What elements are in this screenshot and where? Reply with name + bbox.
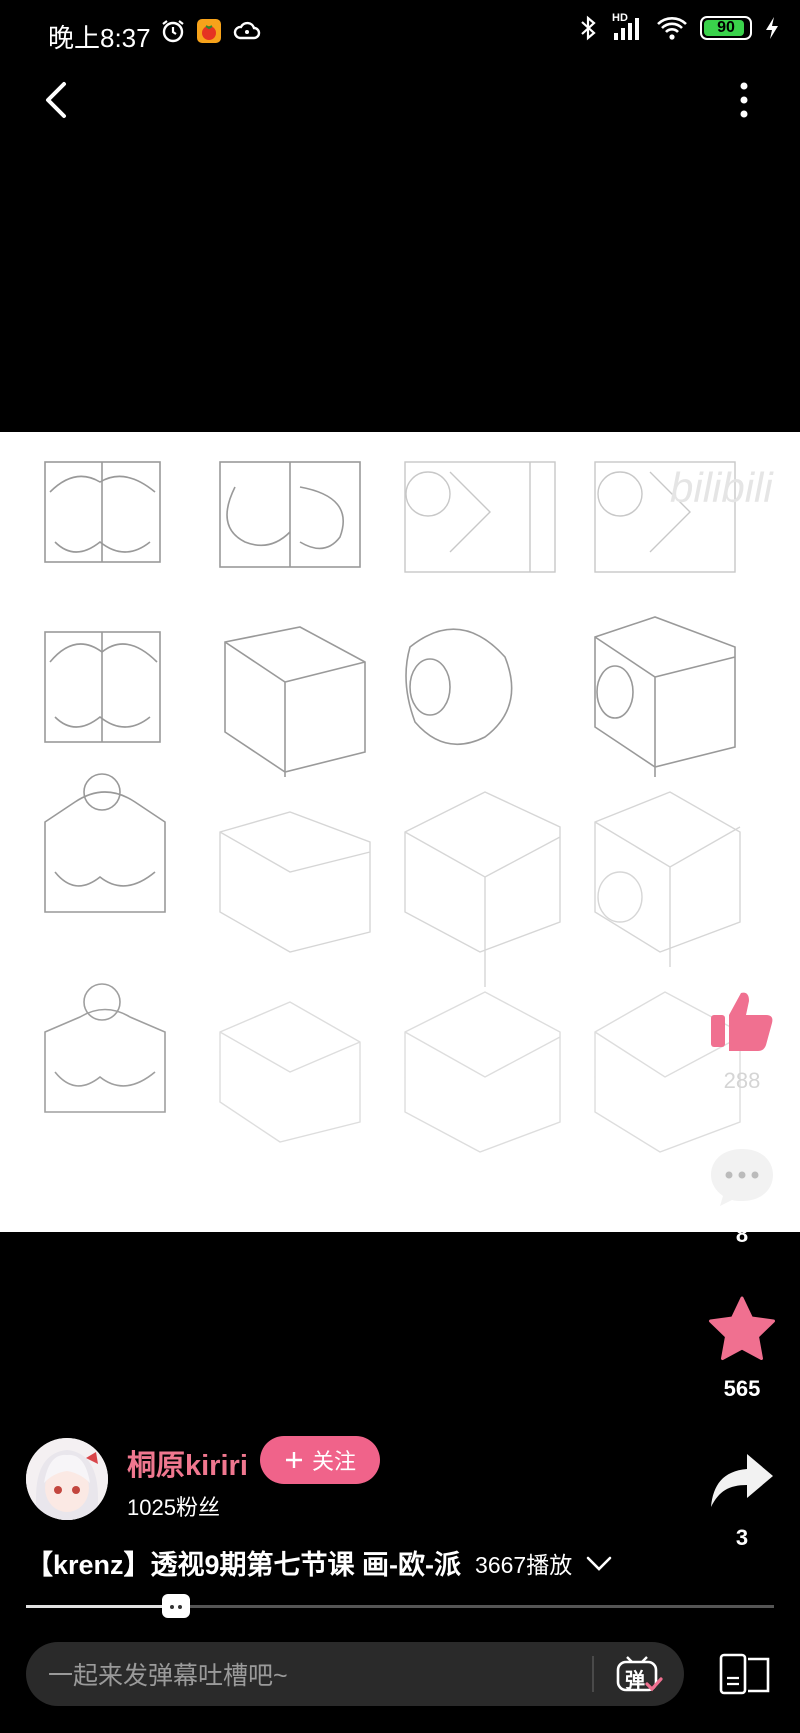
signal-icon: HD (610, 12, 644, 42)
comment-icon (711, 1149, 773, 1206)
status-right-icons: HD 90 (578, 12, 780, 42)
follow-label: 关注 (311, 1449, 356, 1474)
danmaku-icon: 弹 (615, 1654, 663, 1694)
more-vertical-icon (740, 82, 748, 118)
status-time: 晚上8:37 (48, 23, 151, 53)
comment-button[interactable]: 8 (700, 1145, 784, 1248)
tomato-app-icon (197, 19, 221, 43)
back-button[interactable] (34, 76, 82, 124)
like-count: 288 (723, 1068, 761, 1093)
tv-thumb-icon (164, 1595, 188, 1616)
title-row[interactable]: 【krenz】透视9期第七节课 画-欧-派 3667播放 (26, 1543, 616, 1582)
battery-level: 90 (717, 19, 735, 36)
plus-icon (285, 1452, 302, 1468)
danmaku-toggle-button[interactable]: 弹 (594, 1654, 684, 1694)
video-frame[interactable]: bilibili (0, 432, 800, 1232)
favorite-button[interactable]: 565 (700, 1295, 784, 1402)
fans-count: 1025粉丝 (127, 1495, 220, 1520)
share-icon (711, 1454, 773, 1507)
progress-fill (26, 1605, 176, 1608)
screen-rotate-icon (719, 1653, 770, 1695)
charging-icon (766, 17, 778, 39)
avatar-image (26, 1438, 108, 1520)
danmaku-placeholder: 一起来发弹幕吐槽吧~ (48, 1662, 288, 1690)
wifi-icon (657, 17, 687, 40)
danmaku-input[interactable]: 一起来发弹幕吐槽吧~ 弹 (26, 1642, 684, 1706)
status-bar: 晚上8:37 HD 90 (0, 0, 800, 70)
video-sketch-drawing: bilibili (44, 461, 774, 1153)
video-title: 【krenz】透视9期第七节课 画-欧-派 (26, 1550, 462, 1580)
thumbs-up-icon (711, 992, 773, 1051)
follow-button[interactable]: 关注 (260, 1436, 380, 1484)
comment-count: 8 (735, 1222, 749, 1247)
danmaku-label: 弹 (625, 1670, 645, 1692)
share-count: 3 (735, 1525, 749, 1550)
avatar[interactable] (26, 1438, 108, 1520)
like-button[interactable]: 288 (700, 985, 784, 1094)
alarm-icon (162, 20, 184, 43)
author-name[interactable]: 桐原kiriri (127, 1442, 248, 1484)
bilibili-watermark: bilibili (670, 464, 774, 511)
chevron-left-icon (46, 82, 66, 118)
bluetooth-icon (581, 15, 596, 41)
chevron-down-icon[interactable] (582, 1551, 616, 1575)
share-button[interactable]: 3 (700, 1450, 784, 1551)
orientation-toggle-button[interactable] (718, 1650, 774, 1698)
cloud-icon (233, 21, 261, 40)
star-icon (709, 1296, 775, 1360)
battery-icon: 90 (700, 16, 752, 40)
more-button[interactable] (724, 76, 764, 124)
favorite-count: 565 (723, 1376, 761, 1401)
status-left-icons (160, 18, 262, 44)
progress-thumb[interactable] (162, 1594, 190, 1618)
play-count: 3667播放 (475, 1551, 573, 1578)
